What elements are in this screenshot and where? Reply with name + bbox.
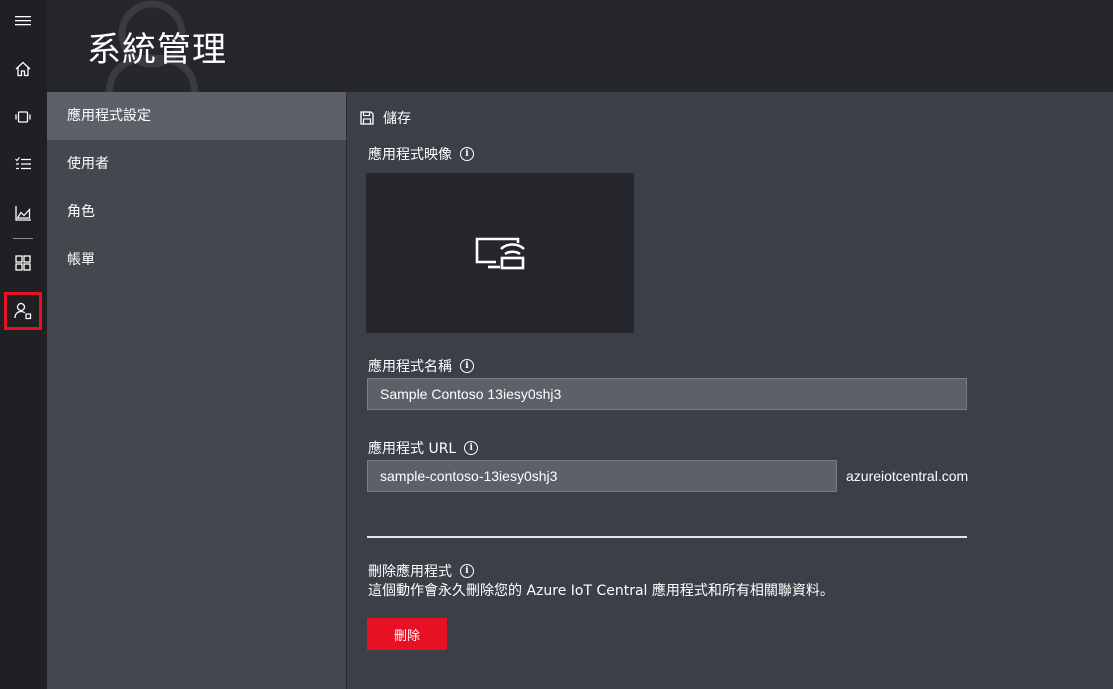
- subnav-item-roles[interactable]: 角色: [47, 188, 346, 236]
- page-title: 系統管理: [87, 30, 227, 70]
- app-image-preview[interactable]: [366, 173, 634, 333]
- page-header: 系統管理: [47, 0, 1113, 92]
- app-image-placeholder-icon: [475, 237, 525, 270]
- app-name-label: 應用程式名稱: [368, 359, 452, 375]
- info-icon[interactable]: i: [464, 441, 479, 455]
- hamburger-icon: [15, 16, 31, 26]
- save-icon: [360, 111, 374, 125]
- subnav-item-users[interactable]: 使用者: [47, 140, 346, 188]
- subnav-item-billing[interactable]: 帳單: [47, 236, 346, 284]
- admin-user-icon: [14, 302, 32, 320]
- delete-app-description: 這個動作會永久刪除您的 Azure IoT Central 應用程式和所有相關聯…: [368, 583, 834, 599]
- save-button[interactable]: 儲存: [359, 108, 411, 128]
- url-domain-suffix: azureiotcentral.com: [846, 468, 969, 484]
- app-url-input[interactable]: sample-contoso-13iesy0shj3: [367, 460, 837, 492]
- delete-app-label-row: 刪除應用程式 i: [368, 561, 474, 581]
- app-name-label-row: 應用程式名稱 i: [368, 356, 474, 376]
- hamburger-menu-button[interactable]: [4, 2, 42, 40]
- app-url-label: 應用程式 URL: [368, 441, 457, 457]
- app-name-input[interactable]: Sample Contoso 13iesy0shj3: [367, 378, 967, 410]
- app-image-label: 應用程式映像: [368, 147, 452, 163]
- delete-app-title: 刪除應用程式: [368, 564, 452, 580]
- nav-analytics-button[interactable]: [4, 194, 42, 232]
- home-icon: [15, 61, 31, 77]
- info-icon[interactable]: i: [460, 564, 474, 578]
- nav-home-button[interactable]: [4, 50, 42, 88]
- app-settings-panel: 儲存 應用程式映像 i 應用程式名稱 i Sample Contoso 13ie…: [347, 92, 1113, 689]
- nav-rail: [0, 0, 47, 689]
- nav-administration-button[interactable]: [4, 292, 42, 330]
- info-icon[interactable]: i: [460, 147, 474, 161]
- nav-rules-button[interactable]: [4, 145, 42, 183]
- rail-separator: [13, 238, 33, 239]
- save-label: 儲存: [383, 111, 411, 127]
- nav-devices-button[interactable]: [4, 98, 42, 136]
- app-image-label-row: 應用程式映像 i: [368, 144, 474, 164]
- delete-button[interactable]: 刪除: [367, 618, 447, 650]
- app-url-label-row: 應用程式 URL i: [368, 438, 479, 458]
- admin-subnav: 應用程式設定 使用者 角色 帳單: [47, 92, 346, 689]
- devices-icon: [15, 111, 31, 123]
- dashboard-grid-icon: [15, 255, 31, 271]
- info-icon[interactable]: i: [460, 359, 474, 373]
- subnav-item-app-settings[interactable]: 應用程式設定: [47, 92, 346, 140]
- section-divider: [367, 536, 967, 538]
- rules-list-icon: [15, 157, 31, 170]
- nav-dashboards-button[interactable]: [4, 244, 42, 282]
- analytics-icon: [15, 206, 31, 221]
